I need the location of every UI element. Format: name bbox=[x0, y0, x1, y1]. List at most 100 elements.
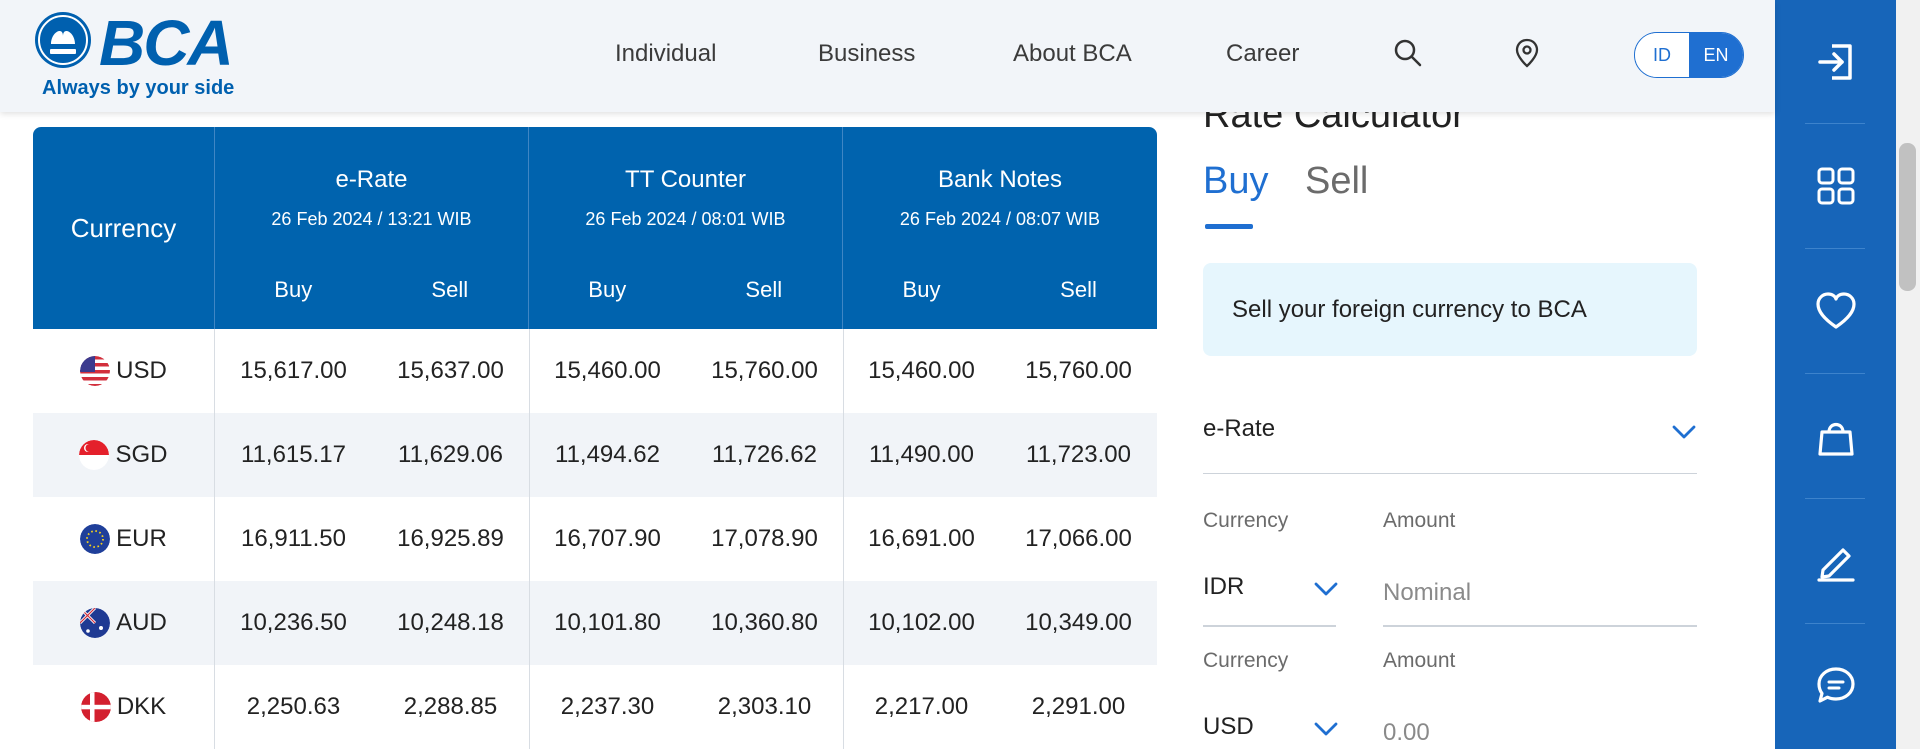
table-row: SGD 11,615.17 11,629.06 11,494.62 11,726… bbox=[33, 413, 1157, 497]
to-currency-label: Currency bbox=[1203, 649, 1289, 672]
group-title: Bank Notes bbox=[937, 166, 1063, 193]
tt-counter-sell-cell: 17,078.90 bbox=[711, 525, 818, 552]
tt-counter-sell-cell: 15,760.00 bbox=[711, 357, 818, 384]
tt-counter-sell-cell: 11,726.62 bbox=[712, 441, 817, 468]
e-rate-sell-cell: 10,248.18 bbox=[397, 609, 504, 636]
from-currency-value: IDR bbox=[1203, 573, 1245, 600]
to-currency-value: USD bbox=[1203, 713, 1254, 740]
e-rate-buy-cell: 16,911.50 bbox=[241, 525, 346, 552]
e-rate-buy-cell: 2,250.63 bbox=[246, 693, 341, 720]
bank-notes-buy-cell: 2,217.00 bbox=[874, 693, 969, 720]
bank-notes-buy-cell: 16,691.00 bbox=[868, 525, 975, 552]
nav-about-bca[interactable]: About BCA bbox=[1013, 40, 1132, 68]
currency-cell: AUD bbox=[33, 581, 215, 665]
group-date: 26 Feb 2024 / 08:07 WIB bbox=[899, 209, 1101, 229]
to-amount-label: Amount bbox=[1383, 649, 1456, 672]
bank-notes-buy-cell: 11,490.00 bbox=[869, 441, 974, 468]
e-rate-sell-cell: 11,629.06 bbox=[398, 441, 503, 468]
edit-button[interactable] bbox=[1775, 499, 1896, 623]
tab-buy[interactable]: Buy bbox=[1203, 160, 1268, 203]
currency-code: AUD bbox=[116, 609, 167, 636]
nav-individual[interactable]: Individual bbox=[615, 40, 716, 68]
lang-id-option[interactable]: ID bbox=[1635, 33, 1689, 77]
us-flag-icon bbox=[80, 356, 111, 386]
group-date: 26 Feb 2024 / 13:21 WIB bbox=[271, 209, 472, 229]
active-tab-indicator bbox=[1205, 224, 1253, 229]
page-scrollbar-thumb[interactable] bbox=[1899, 143, 1916, 291]
edit-icon bbox=[1816, 548, 1855, 582]
bank-notes-buy-cell: 10,102.00 bbox=[868, 609, 975, 636]
logo-tagline: Always by your side bbox=[42, 77, 235, 99]
nav-business[interactable]: Business bbox=[818, 40, 915, 68]
search-icon[interactable] bbox=[1393, 38, 1423, 68]
shop-button[interactable] bbox=[1775, 374, 1896, 498]
underline bbox=[1383, 625, 1697, 627]
currency-code: DKK bbox=[116, 693, 167, 720]
nav-career[interactable]: Career bbox=[1226, 40, 1299, 68]
site-header: BCA Always by your side Individual Busin… bbox=[0, 0, 1775, 112]
e-rate-sell-cell: 15,637.00 bbox=[397, 357, 504, 384]
apps-button[interactable] bbox=[1775, 124, 1896, 248]
login-button[interactable] bbox=[1775, 0, 1896, 124]
to-amount-output[interactable]: 0.00 bbox=[1383, 705, 1697, 749]
page-scrollbar-track[interactable] bbox=[1896, 0, 1920, 749]
au-flag-icon bbox=[80, 608, 111, 638]
bank-notes-sell-cell: 11,723.00 bbox=[1026, 441, 1131, 468]
buy-subheader: Buy bbox=[902, 277, 941, 302]
favorites-button[interactable] bbox=[1775, 249, 1896, 373]
e-rate-sell-cell: 16,925.89 bbox=[397, 525, 504, 552]
buy-subheader: Buy bbox=[274, 277, 313, 302]
bank-notes-sell-cell: 17,066.00 bbox=[1025, 525, 1132, 552]
from-currency-label: Currency bbox=[1203, 509, 1289, 532]
chat-button[interactable] bbox=[1775, 624, 1896, 748]
to-amount-value: 0.00 bbox=[1383, 719, 1430, 746]
underline bbox=[1203, 625, 1336, 627]
chat-icon bbox=[1816, 667, 1855, 703]
calculator-info-box: Sell your foreign currency to BCA bbox=[1203, 263, 1697, 356]
sell-subheader: Sell bbox=[431, 277, 469, 302]
bank-notes-sell-cell: 2,291.00 bbox=[1031, 693, 1126, 720]
group-date: 26 Feb 2024 / 08:01 WIB bbox=[585, 209, 786, 229]
shopping-bag-icon bbox=[1817, 422, 1854, 456]
tab-sell[interactable]: Sell bbox=[1305, 160, 1368, 203]
group-title: e-Rate bbox=[335, 166, 408, 193]
location-pin-icon[interactable] bbox=[1512, 38, 1542, 68]
from-currency-select[interactable]: IDR bbox=[1203, 565, 1338, 627]
currency-cell: EUR bbox=[33, 497, 215, 581]
bank-notes-buy-cell: 15,460.00 bbox=[868, 357, 975, 384]
e-rate-buy-cell: 10,236.50 bbox=[240, 609, 347, 636]
e-rate-buy-cell: 15,617.00 bbox=[240, 357, 347, 384]
table-row: USD 15,617.00 15,637.00 15,460.00 15,760… bbox=[33, 329, 1157, 413]
quick-access-rail bbox=[1775, 0, 1896, 749]
table-row: EUR 16,911.50 16,925.89 16,707.90 17,078… bbox=[33, 497, 1157, 581]
bank-notes-sell-cell: 10,349.00 bbox=[1025, 609, 1132, 636]
bca-logo[interactable]: BCA Always by your side bbox=[33, 7, 235, 105]
page: BCA Always by your side Individual Busin… bbox=[0, 0, 1920, 749]
heart-icon bbox=[1815, 292, 1856, 329]
exchange-rate-table: Currency e-Rate 26 Feb 2024 / 13:21 WIB … bbox=[33, 127, 1157, 749]
chevron-down-icon bbox=[1314, 722, 1338, 736]
rate-type-select[interactable]: e-Rate bbox=[1203, 390, 1697, 474]
bca-seal-logo-icon bbox=[35, 12, 91, 68]
bank-notes-header: Bank Notes 26 Feb 2024 / 08:07 WIB Buy S… bbox=[843, 127, 1157, 329]
currency-code: SGD bbox=[115, 441, 168, 468]
rate-type-value: e-Rate bbox=[1203, 415, 1276, 442]
from-amount-input[interactable]: Nominal bbox=[1383, 565, 1697, 627]
lang-en-option[interactable]: EN bbox=[1689, 33, 1743, 77]
tt-counter-buy-cell: 15,460.00 bbox=[554, 357, 661, 384]
apps-grid-icon bbox=[1817, 167, 1854, 205]
logo-wordmark: BCA bbox=[99, 7, 234, 79]
tt-counter-buy-cell: 2,237.30 bbox=[560, 693, 655, 720]
chevron-down-icon bbox=[1314, 582, 1338, 596]
e-rate-buy-cell: 11,615.17 bbox=[241, 441, 346, 468]
language-toggle: ID EN bbox=[1634, 32, 1744, 78]
buy-subheader: Buy bbox=[588, 277, 627, 302]
tt-counter-buy-cell: 11,494.62 bbox=[555, 441, 660, 468]
sell-subheader: Sell bbox=[745, 277, 783, 302]
table-header: Currency e-Rate 26 Feb 2024 / 13:21 WIB … bbox=[33, 127, 1157, 329]
currency-column-header: Currency bbox=[33, 127, 215, 329]
table-row: AUD 10,236.50 10,248.18 10,101.80 10,360… bbox=[33, 581, 1157, 665]
to-currency-select[interactable]: USD bbox=[1203, 705, 1338, 749]
currency-cell: USD bbox=[33, 329, 215, 413]
group-title: TT Counter bbox=[625, 166, 746, 193]
